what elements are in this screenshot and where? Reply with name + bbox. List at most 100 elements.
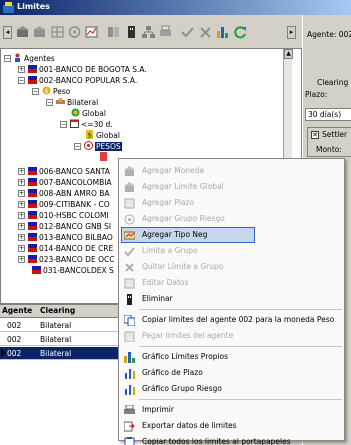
menu-item-agregar-plazo[interactable]: Agregar Plazo	[120, 195, 343, 211]
menu-item-label: Exportar datos de limites	[142, 421, 237, 430]
tree-node-bank[interactable]: 002-BANCO POPULAR S.A.	[28, 75, 137, 86]
bank-flag-icon	[28, 178, 37, 186]
collapse-icon[interactable]: −	[46, 99, 53, 106]
expand-icon[interactable]: +	[18, 66, 25, 73]
bank-icon[interactable]	[32, 24, 47, 40]
building-icon[interactable]	[124, 24, 139, 40]
column-header-clearing[interactable]: Clearing	[40, 306, 75, 315]
menu-item-eliminar[interactable]: Eliminar	[120, 291, 343, 307]
bar-chart-icon[interactable]	[215, 24, 230, 40]
printer-icon	[124, 405, 135, 414]
menu-item-label: Agregar Limite Global	[142, 182, 224, 191]
tree-node-label: Global	[82, 109, 106, 118]
chart-icon[interactable]	[84, 24, 99, 40]
collapse-icon[interactable]: −	[60, 121, 67, 128]
tree-node-currency[interactable]: $ Peso	[42, 86, 70, 97]
printer-icon[interactable]	[158, 24, 173, 40]
expand-icon[interactable]: +	[18, 223, 25, 230]
tree-node-child[interactable]	[99, 152, 110, 163]
tree-node-bank[interactable]: 014-BANCO DE CRE	[28, 243, 113, 254]
settlement-panel: ✕ Settler Monto:	[307, 127, 351, 157]
expand-icon[interactable]: +	[18, 234, 25, 241]
bank-flag-icon	[28, 189, 37, 197]
plazo-select[interactable]: 30 día(s)	[305, 108, 351, 121]
menu-item-copiar-limites[interactable]: Copiar limites del agente 002 para la mo…	[120, 312, 343, 328]
column-header-agente[interactable]: Agente	[2, 306, 32, 315]
copy-icon	[124, 315, 135, 326]
menu-item-exportar[interactable]: Exportar datos de limites	[120, 418, 343, 434]
check-icon[interactable]	[180, 24, 195, 40]
expand-icon[interactable]: +	[18, 190, 25, 197]
expand-icon[interactable]: +	[18, 245, 25, 252]
tree-node-agentes[interactable]: Agentes	[13, 53, 55, 64]
menu-item-grafico-grupo-riesgo[interactable]: Gráfico Grupo Riesgo	[120, 381, 343, 397]
tree-node-bank[interactable]: 031-BANCOLDEX S	[32, 265, 114, 276]
scroll-up-icon[interactable]: ▲	[284, 49, 293, 59]
tree-node-bank[interactable]: 006-BANCO SANTA	[28, 166, 110, 177]
toolbar: ◂ ▸	[0, 15, 302, 49]
tree-node-pesos[interactable]: PESOS	[84, 141, 122, 152]
clipboard-icon	[124, 437, 135, 445]
bank-flag-icon	[28, 222, 37, 230]
tree-node-bank[interactable]: 008-ABN AMRO BA	[28, 188, 110, 199]
tree-node-label: PESOS	[95, 142, 122, 151]
collapse-icon[interactable]: −	[18, 77, 25, 84]
menu-item-label: Pegar limites del agente	[142, 331, 234, 340]
tree-node-bank[interactable]: 009-CITIBANK - CO	[28, 199, 110, 210]
menu-item-limite-a-grupo[interactable]: Límite a Grupo	[120, 243, 343, 259]
bank-flag-icon	[28, 244, 37, 252]
bar-chart-icon	[124, 352, 135, 363]
transfer-icon[interactable]	[106, 24, 121, 40]
tree-node-bank[interactable]: 010-HSBC COLOMI	[28, 210, 109, 221]
menu-item-copiar-todos[interactable]: Copiar todos los limites al portapapeles	[120, 434, 343, 445]
menu-item-pegar-limites[interactable]: Pegar limites del agente	[120, 328, 343, 344]
grid-icon[interactable]	[50, 24, 65, 40]
cell-clearing: Bilateral	[40, 335, 72, 344]
tree-node-term[interactable]: <=30 d.	[70, 119, 113, 130]
expand-icon[interactable]: +	[18, 256, 25, 263]
menu-item-editar-datos[interactable]: Editar Datos	[120, 275, 343, 291]
menu-item-grafico-plazo[interactable]: Gráfico de Plazo	[120, 365, 343, 381]
bank-flag-icon	[28, 211, 37, 219]
global-limit-icon	[71, 108, 80, 117]
tree-node-clearing[interactable]: Bilateral	[56, 97, 98, 108]
tree-node-bank[interactable]: 001-BANCO DE BOGOTA S.A.	[28, 64, 147, 75]
settlement-checkbox[interactable]: ✕	[311, 131, 319, 139]
target-icon[interactable]	[67, 24, 82, 40]
menu-item-label: Imprimir	[142, 405, 174, 414]
bank-flag-icon	[28, 233, 37, 241]
refresh-icon[interactable]	[233, 24, 248, 40]
collapse-icon[interactable]: −	[4, 55, 11, 62]
bank-icon	[124, 166, 135, 176]
nav-right-icon[interactable]: ▸	[287, 26, 296, 39]
tree-node-label: 012-BANCO GNB SI	[39, 222, 112, 231]
expand-icon[interactable]: +	[18, 212, 25, 219]
nav-left-icon[interactable]: ◂	[3, 26, 12, 39]
expand-icon[interactable]: +	[18, 168, 25, 175]
trade-type-icon	[124, 231, 135, 240]
tree-node-global[interactable]: Global	[71, 108, 106, 119]
expand-icon[interactable]: +	[18, 201, 25, 208]
menu-item-imprimir[interactable]: Imprimir	[120, 402, 343, 418]
tree-node-global[interactable]: $ Global	[85, 130, 120, 141]
cross-icon[interactable]	[198, 24, 213, 40]
menu-item-agregar-tipo-neg[interactable]: Agregar Tipo Neg	[120, 227, 343, 243]
expand-icon[interactable]: +	[18, 179, 25, 186]
svg-text:$: $	[88, 132, 92, 140]
calendar-icon	[124, 198, 135, 209]
cell-clearing: Bilateral	[40, 349, 72, 358]
tree-node-bank[interactable]: 007-BANCOLOMBIA	[28, 177, 112, 188]
tree-node-bank[interactable]: 013-BANCO BILBAO	[28, 232, 113, 243]
bank-icon[interactable]	[15, 24, 30, 40]
menu-item-grafico-limites-propios[interactable]: Gráfico Límites Propios	[120, 349, 343, 365]
menu-item-agregar-grupo-riesgo[interactable]: Agregar Grupo Riesgo	[120, 211, 343, 227]
collapse-icon[interactable]: −	[74, 143, 81, 150]
tree-node-bank[interactable]: 023-BANCO DE OCC	[28, 254, 114, 265]
menu-item-quitar-limite-a-grupo[interactable]: Quitar Límite a Grupo	[120, 259, 343, 275]
collapse-icon[interactable]: −	[32, 88, 39, 95]
plazo-label: Plazo:	[305, 90, 328, 99]
menu-item-agregar-limite-global[interactable]: Agregar Limite Global	[120, 179, 343, 195]
menu-item-agregar-moneda[interactable]: Agregar Moneda	[120, 163, 343, 179]
hierarchy-icon[interactable]	[141, 24, 156, 40]
tree-node-bank[interactable]: 012-BANCO GNB SI	[28, 221, 111, 232]
